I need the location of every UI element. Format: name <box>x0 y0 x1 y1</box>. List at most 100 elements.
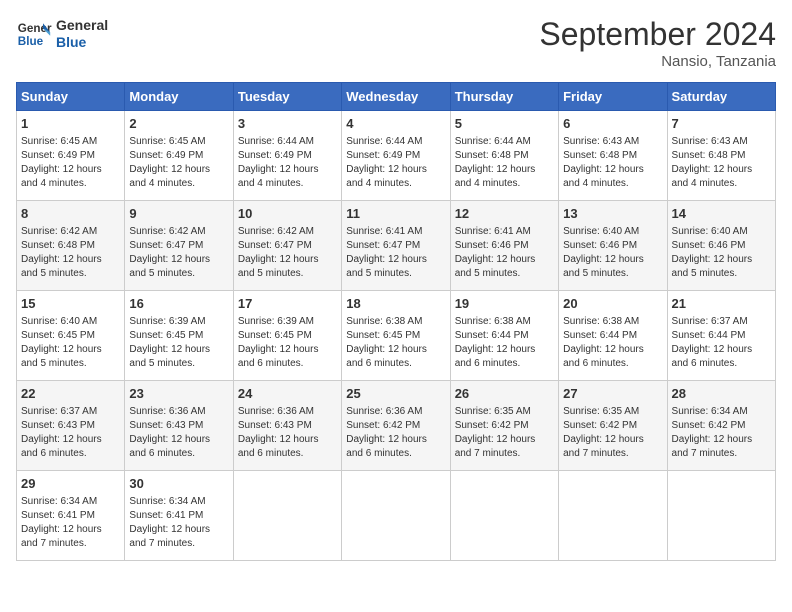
day-info: Sunrise: 6:43 AM Sunset: 6:48 PM Dayligh… <box>672 135 771 191</box>
calendar-body: 1 Sunrise: 6:45 AM Sunset: 6:49 PM Daylig… <box>17 111 776 561</box>
day-number: 13 <box>563 205 662 223</box>
day-info: Sunrise: 6:44 AM Sunset: 6:48 PM Dayligh… <box>455 135 554 191</box>
header-tuesday: Tuesday <box>233 83 341 111</box>
day-cell-18: 18Sunrise: 6:38 AM Sunset: 6:45 PM Dayli… <box>342 291 450 381</box>
day-info: Sunrise: 6:38 AM Sunset: 6:44 PM Dayligh… <box>563 315 662 371</box>
day-cell-2: 2 Sunrise: 6:45 AM Sunset: 6:49 PM Daylig… <box>125 111 233 201</box>
location: Nansio, Tanzania <box>539 53 776 70</box>
day-cell-13: 13 Sunrise: 6:40 AM Sunset: 6:46 PM Dayli… <box>559 201 667 291</box>
day-number: 5 <box>455 115 554 133</box>
day-number: 20 <box>563 295 662 313</box>
day-cell-23: 23 Sunrise: 6:36 AM Sunset: 6:43 PM Dayli… <box>125 381 233 471</box>
logo-icon: General Blue <box>16 16 52 52</box>
day-info: Sunrise: 6:42 AM Sunset: 6:48 PM Dayligh… <box>21 225 120 281</box>
day-info: Sunrise: 6:36 AM Sunset: 6:43 PM Dayligh… <box>129 405 228 461</box>
day-number: 2 <box>129 115 228 133</box>
day-cell-22: 22Sunrise: 6:37 AM Sunset: 6:43 PM Dayli… <box>17 381 125 471</box>
day-number: 6 <box>563 115 662 133</box>
calendar-header: SundayMondayTuesdayWednesdayThursdayFrid… <box>17 83 776 111</box>
day-info: Sunrise: 6:34 AM Sunset: 6:42 PM Dayligh… <box>672 405 771 461</box>
day-info: Sunrise: 6:34 AM Sunset: 6:41 PM Dayligh… <box>129 495 228 551</box>
day-cell-28: 28Sunrise: 6:34 AM Sunset: 6:42 PM Dayli… <box>667 381 775 471</box>
day-number: 21 <box>672 295 771 313</box>
day-info: Sunrise: 6:38 AM Sunset: 6:44 PM Dayligh… <box>455 315 554 371</box>
day-cell-8: 8 Sunrise: 6:42 AM Sunset: 6:48 PM Daylig… <box>17 201 125 291</box>
day-number: 23 <box>129 385 228 403</box>
day-cell-19: 19 Sunrise: 6:38 AM Sunset: 6:44 PM Dayli… <box>450 291 558 381</box>
day-cell-29: 29 Sunrise: 6:34 AM Sunset: 6:41 PM Dayli… <box>17 471 125 561</box>
day-info: Sunrise: 6:39 AM Sunset: 6:45 PM Dayligh… <box>129 315 228 371</box>
day-number: 17 <box>238 295 337 313</box>
day-number: 19 <box>455 295 554 313</box>
day-number: 10 <box>238 205 337 223</box>
day-info: Sunrise: 6:36 AM Sunset: 6:42 PM Dayligh… <box>346 405 445 461</box>
day-info: Sunrise: 6:38 AM Sunset: 6:45 PM Dayligh… <box>346 315 445 371</box>
day-cell-25: 25 Sunrise: 6:36 AM Sunset: 6:42 PM Dayli… <box>342 381 450 471</box>
day-info: Sunrise: 6:35 AM Sunset: 6:42 PM Dayligh… <box>563 405 662 461</box>
day-cell-15: 15Sunrise: 6:40 AM Sunset: 6:45 PM Dayli… <box>17 291 125 381</box>
day-info: Sunrise: 6:34 AM Sunset: 6:41 PM Dayligh… <box>21 495 120 551</box>
day-number: 8 <box>21 205 120 223</box>
logo-general: General <box>56 17 108 34</box>
day-number: 26 <box>455 385 554 403</box>
day-info: Sunrise: 6:45 AM Sunset: 6:49 PM Dayligh… <box>129 135 228 191</box>
header-thursday: Thursday <box>450 83 558 111</box>
day-cell-24: 24Sunrise: 6:36 AM Sunset: 6:43 PM Dayli… <box>233 381 341 471</box>
day-cell-1: 1 Sunrise: 6:45 AM Sunset: 6:49 PM Daylig… <box>17 111 125 201</box>
day-cell-10: 10 Sunrise: 6:42 AM Sunset: 6:47 PM Dayli… <box>233 201 341 291</box>
day-cell-12: 12Sunrise: 6:41 AM Sunset: 6:46 PM Dayli… <box>450 201 558 291</box>
header-saturday: Saturday <box>667 83 775 111</box>
day-info: Sunrise: 6:39 AM Sunset: 6:45 PM Dayligh… <box>238 315 337 371</box>
day-number: 30 <box>129 475 228 493</box>
svg-text:Blue: Blue <box>18 35 44 48</box>
page-header: General Blue General Blue September 2024… <box>16 16 776 70</box>
day-info: Sunrise: 6:40 AM Sunset: 6:46 PM Dayligh… <box>672 225 771 281</box>
calendar-week-1: 1 Sunrise: 6:45 AM Sunset: 6:49 PM Daylig… <box>17 111 776 201</box>
header-monday: Monday <box>125 83 233 111</box>
day-cell-26: 26 Sunrise: 6:35 AM Sunset: 6:42 PM Dayli… <box>450 381 558 471</box>
calendar-week-4: 22Sunrise: 6:37 AM Sunset: 6:43 PM Dayli… <box>17 381 776 471</box>
empty-cell <box>233 471 341 561</box>
day-info: Sunrise: 6:40 AM Sunset: 6:45 PM Dayligh… <box>21 315 120 371</box>
day-number: 25 <box>346 385 445 403</box>
calendar-week-3: 15Sunrise: 6:40 AM Sunset: 6:45 PM Dayli… <box>17 291 776 381</box>
day-number: 27 <box>563 385 662 403</box>
header-wednesday: Wednesday <box>342 83 450 111</box>
day-number: 11 <box>346 205 445 223</box>
day-info: Sunrise: 6:36 AM Sunset: 6:43 PM Dayligh… <box>238 405 337 461</box>
header-sunday: Sunday <box>17 83 125 111</box>
logo: General Blue General Blue <box>16 16 108 52</box>
day-info: Sunrise: 6:42 AM Sunset: 6:47 PM Dayligh… <box>238 225 337 281</box>
day-cell-27: 27 Sunrise: 6:35 AM Sunset: 6:42 PM Dayli… <box>559 381 667 471</box>
day-number: 4 <box>346 115 445 133</box>
day-number: 7 <box>672 115 771 133</box>
day-info: Sunrise: 6:37 AM Sunset: 6:44 PM Dayligh… <box>672 315 771 371</box>
day-cell-20: 20 Sunrise: 6:38 AM Sunset: 6:44 PM Dayli… <box>559 291 667 381</box>
day-cell-9: 9 Sunrise: 6:42 AM Sunset: 6:47 PM Daylig… <box>125 201 233 291</box>
day-cell-17: 17 Sunrise: 6:39 AM Sunset: 6:45 PM Dayli… <box>233 291 341 381</box>
day-number: 22 <box>21 385 120 403</box>
day-number: 16 <box>129 295 228 313</box>
day-cell-6: 6 Sunrise: 6:43 AM Sunset: 6:48 PM Daylig… <box>559 111 667 201</box>
header-friday: Friday <box>559 83 667 111</box>
empty-cell <box>450 471 558 561</box>
day-info: Sunrise: 6:41 AM Sunset: 6:47 PM Dayligh… <box>346 225 445 281</box>
day-info: Sunrise: 6:35 AM Sunset: 6:42 PM Dayligh… <box>455 405 554 461</box>
day-cell-30: 30 Sunrise: 6:34 AM Sunset: 6:41 PM Dayli… <box>125 471 233 561</box>
day-cell-4: 4 Sunrise: 6:44 AM Sunset: 6:49 PM Daylig… <box>342 111 450 201</box>
day-info: Sunrise: 6:44 AM Sunset: 6:49 PM Dayligh… <box>346 135 445 191</box>
day-info: Sunrise: 6:40 AM Sunset: 6:46 PM Dayligh… <box>563 225 662 281</box>
calendar-week-2: 8 Sunrise: 6:42 AM Sunset: 6:48 PM Daylig… <box>17 201 776 291</box>
logo-blue: Blue <box>56 34 108 51</box>
calendar-table: SundayMondayTuesdayWednesdayThursdayFrid… <box>16 82 776 561</box>
day-number: 9 <box>129 205 228 223</box>
day-info: Sunrise: 6:42 AM Sunset: 6:47 PM Dayligh… <box>129 225 228 281</box>
day-info: Sunrise: 6:45 AM Sunset: 6:49 PM Dayligh… <box>21 135 120 191</box>
empty-cell <box>342 471 450 561</box>
day-info: Sunrise: 6:43 AM Sunset: 6:48 PM Dayligh… <box>563 135 662 191</box>
day-number: 29 <box>21 475 120 493</box>
day-info: Sunrise: 6:44 AM Sunset: 6:49 PM Dayligh… <box>238 135 337 191</box>
calendar-week-5: 29 Sunrise: 6:34 AM Sunset: 6:41 PM Dayli… <box>17 471 776 561</box>
day-number: 3 <box>238 115 337 133</box>
day-number: 1 <box>21 115 120 133</box>
